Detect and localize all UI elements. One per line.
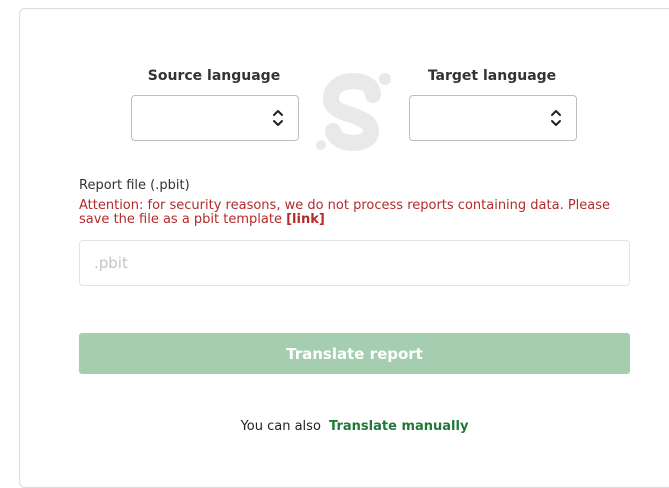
logo-icon xyxy=(316,72,391,151)
footer-prefix-text: You can also xyxy=(240,419,321,434)
target-language-select[interactable] xyxy=(409,95,577,141)
source-language-label: Source language xyxy=(147,68,281,84)
translate-report-button[interactable]: Translate report xyxy=(79,333,630,374)
report-file-input[interactable] xyxy=(79,240,630,286)
attention-text: Attention: for security reasons, we do n… xyxy=(79,198,611,227)
target-language-label: Target language xyxy=(427,68,557,84)
source-language-select[interactable] xyxy=(131,95,299,141)
translate-manually-link[interactable]: Translate manually xyxy=(329,419,468,434)
security-attention-message: Attention: for security reasons, we do n… xyxy=(79,199,639,227)
template-help-link[interactable]: [link] xyxy=(286,212,325,227)
select-arrows-icon xyxy=(273,110,283,126)
select-arrows-icon xyxy=(551,110,561,126)
report-file-label: Report file (.pbit) xyxy=(79,178,190,193)
footer-alternative: You can also Translate manually xyxy=(0,419,669,434)
